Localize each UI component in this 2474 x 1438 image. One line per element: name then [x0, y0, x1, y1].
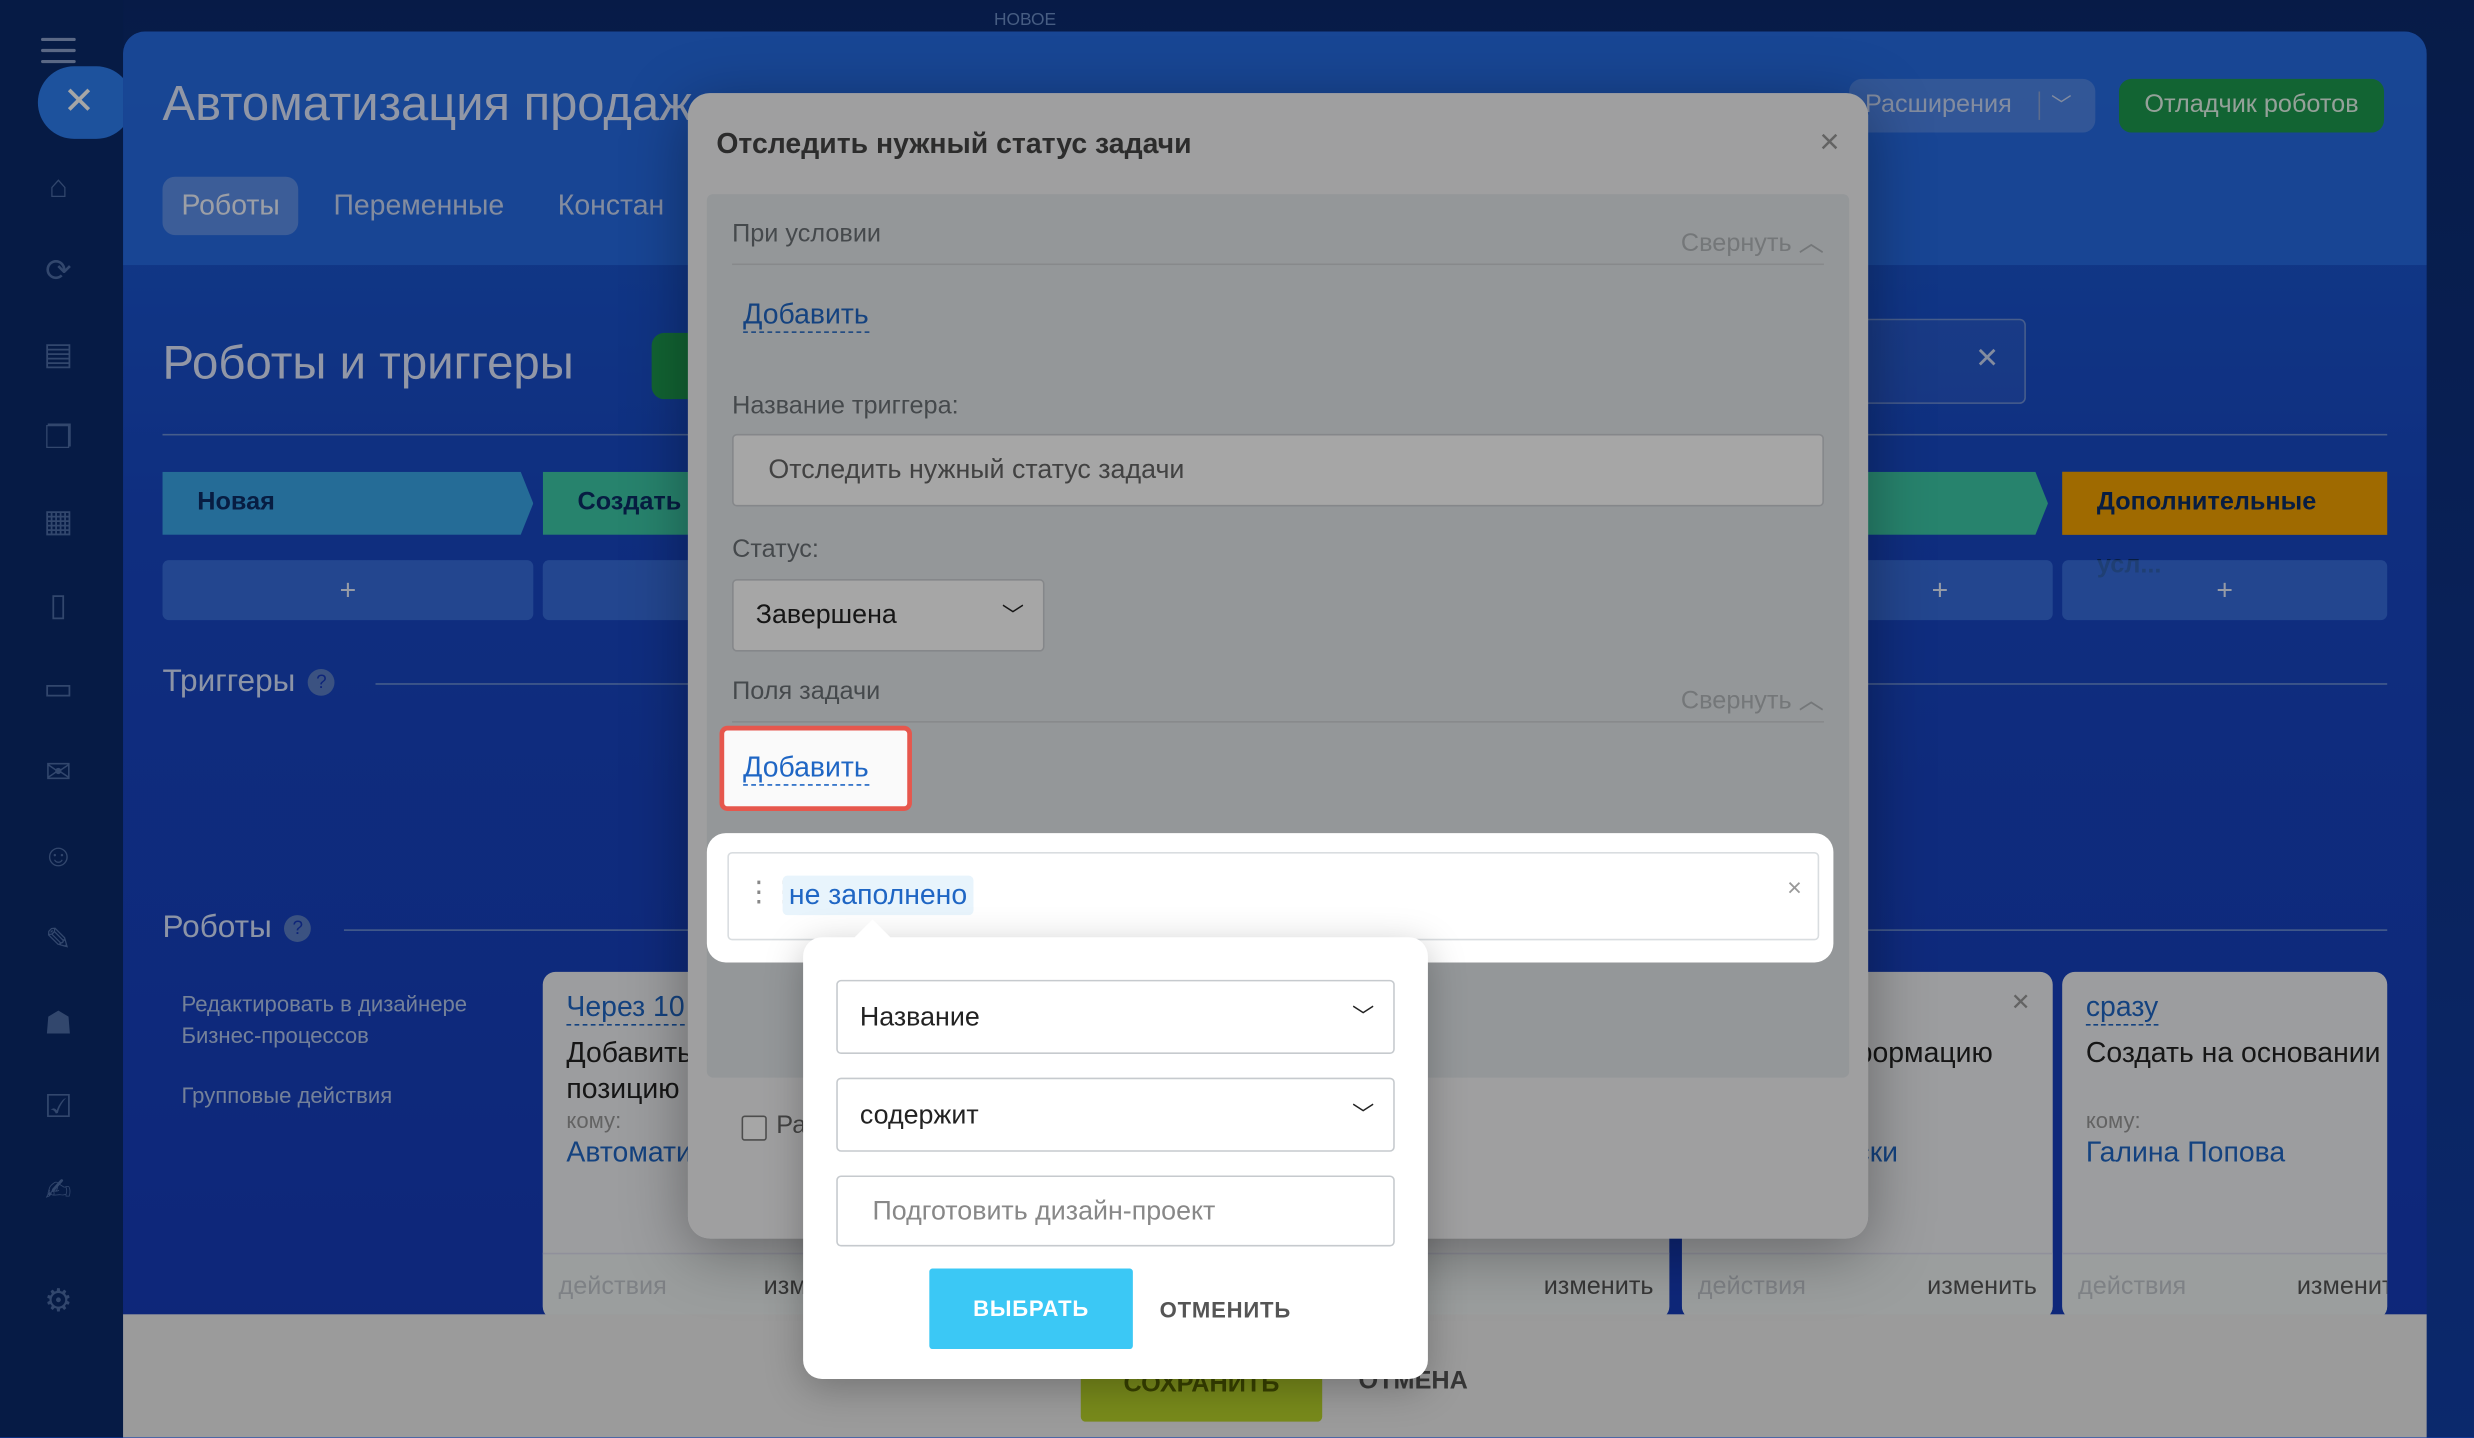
add-field-highlight: Добавить: [719, 725, 912, 811]
chevron-down-icon: ﹀: [1352, 1101, 1375, 1127]
operator-select-value: содержит: [859, 1099, 979, 1130]
add-field-link[interactable]: Добавить: [743, 751, 869, 786]
condition-value-input[interactable]: Подготовить дизайн-проект: [836, 1175, 1395, 1247]
popup-cancel-button[interactable]: ОТМЕНИТЬ: [1160, 1297, 1291, 1322]
choose-button[interactable]: ВЫБРАТЬ: [929, 1268, 1133, 1350]
condition-row: ⋮⋮ не заполнено ×: [727, 852, 1820, 941]
condition-value-chip[interactable]: не заполнено: [782, 875, 974, 916]
chevron-down-icon: ﹀: [1352, 1003, 1375, 1029]
remove-condition-icon[interactable]: ×: [1787, 876, 1802, 904]
field-select-value: Название: [859, 1001, 980, 1032]
condition-popup: Название ﹀ содержит ﹀ Подготовить дизайн-п…: [803, 919, 1428, 1379]
field-select[interactable]: Название ﹀: [836, 979, 1395, 1054]
operator-select[interactable]: содержит ﹀: [836, 1077, 1395, 1152]
